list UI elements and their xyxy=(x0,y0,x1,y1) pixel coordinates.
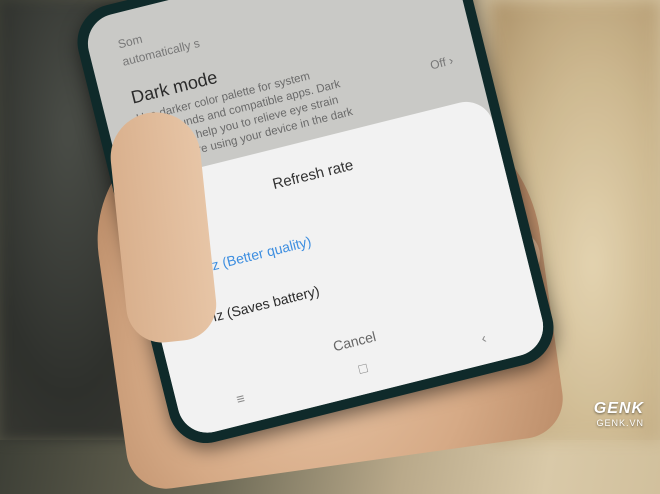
watermark: GENK GENK.VN xyxy=(594,400,644,428)
watermark-site: GENK.VN xyxy=(596,418,644,428)
chevron-right-icon: › xyxy=(447,53,455,68)
watermark-logo: GENK xyxy=(593,400,644,417)
dark-mode-state: Off › xyxy=(429,53,455,72)
dark-mode-state-label: Off xyxy=(428,55,448,73)
home-icon[interactable]: □ xyxy=(357,359,370,380)
menu-icon[interactable]: ≡ xyxy=(235,390,248,411)
back-icon[interactable]: ‹ xyxy=(479,330,488,351)
